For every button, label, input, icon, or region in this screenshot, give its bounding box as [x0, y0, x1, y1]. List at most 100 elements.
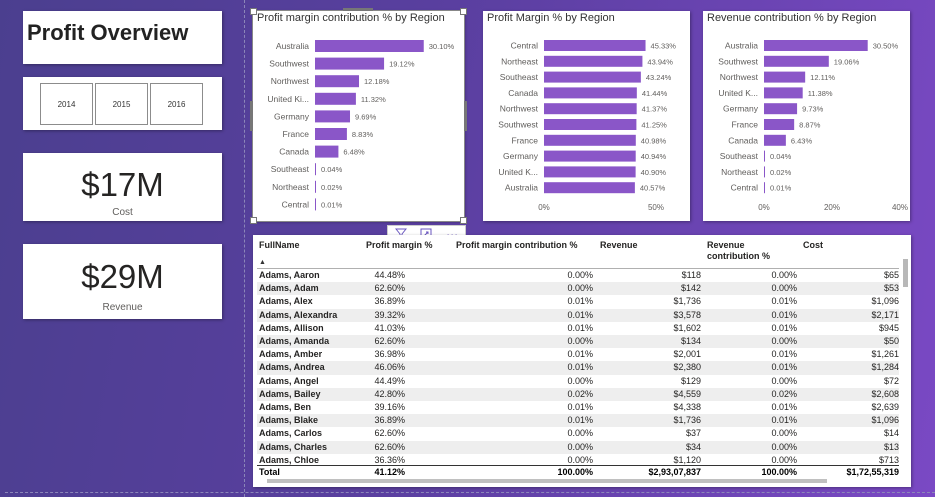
data-label: 30.50% [873, 42, 899, 51]
cell-revenue-contribution: 0.00% [771, 441, 797, 452]
table-row[interactable]: Adams, Alexandra 39.32% 0.01% $3,578 0.01% $2… [257, 308, 899, 322]
bar[interactable] [764, 71, 806, 83]
bar[interactable] [544, 134, 636, 146]
table-row[interactable]: Adams, Angel 44.49% 0.00% $129 0.00% $72 [257, 375, 899, 388]
profit-margin-by-region-chart[interactable]: Profit Margin % by Region Central 45.33% N… [483, 11, 690, 221]
bar[interactable] [315, 180, 316, 193]
bar[interactable] [764, 166, 765, 178]
scroll-thumb[interactable] [903, 259, 908, 287]
cell-fullname: Adams, Blake [259, 415, 319, 426]
bar[interactable] [764, 55, 829, 67]
column-header-fullname[interactable]: FullName [259, 240, 300, 251]
cell-profit-contribution: 0.00% [567, 336, 593, 346]
table-row[interactable]: Adams, Charles 62.60% 0.00% $34 0.00% $13 [257, 440, 899, 454]
cell-fullname: Adams, Angel [259, 375, 319, 386]
bar[interactable] [315, 92, 356, 105]
column-header-revenue[interactable]: Revenue [600, 240, 638, 251]
bar[interactable] [544, 40, 646, 51]
cell-revenue: $34 [685, 441, 701, 452]
sort-ascending-icon[interactable]: ▲ [259, 259, 266, 266]
bar[interactable] [315, 57, 385, 70]
bar[interactable] [544, 55, 643, 67]
table-row[interactable]: Adams, Allison 41.03% 0.01% $1,602 0.01% $945 [257, 322, 899, 335]
bar[interactable] [315, 128, 347, 140]
data-label: 9.69% [355, 112, 377, 121]
bar[interactable] [544, 119, 637, 130]
data-label: 6.43% [791, 136, 813, 145]
table-row[interactable]: Adams, Adam 62.60% 0.00% $142 0.00% $53 [257, 282, 899, 296]
resize-handle[interactable] [464, 101, 467, 131]
category-label: Canada [508, 88, 538, 98]
bar[interactable] [544, 103, 637, 115]
year-button-2016[interactable]: 2016 [150, 83, 203, 125]
bar[interactable] [764, 40, 868, 51]
table-row[interactable]: Adams, Carlos 62.60% 0.00% $37 0.00% $14 [257, 427, 899, 440]
table-row[interactable]: Adams, Amber 36.98% 0.01% $2,001 0.01% $1,261 [257, 348, 899, 361]
bar[interactable] [544, 150, 636, 162]
tick-label: 20% [824, 203, 840, 212]
table-row[interactable]: Adams, Amanda 62.60% 0.00% $134 0.00% $50 [257, 335, 899, 349]
column-header-profit-margin[interactable]: Profit margin % [366, 240, 433, 251]
data-label: 9.73% [802, 105, 824, 114]
cell-fullname: Adams, Amber [259, 349, 323, 360]
cell-profit-margin: 62.60% [374, 283, 405, 294]
table-row[interactable]: Adams, Ben 39.16% 0.01% $4,338 0.01% $2,639 [257, 401, 899, 414]
vertical-scrollbar[interactable] [902, 255, 909, 477]
bar[interactable] [544, 166, 636, 178]
data-label: 41.37% [642, 105, 668, 114]
table-row[interactable]: Adams, Alex 36.89% 0.01% $1,736 0.01% $1,096 [257, 295, 899, 308]
bar[interactable] [764, 150, 765, 162]
table-row[interactable]: Adams, Andrea 46.06% 0.01% $2,380 0.01% $1,28… [257, 361, 899, 375]
resize-handle[interactable] [343, 8, 373, 11]
customer-table[interactable]: FullName Profit margin % Profit margin c… [253, 235, 911, 487]
table-row[interactable]: Adams, Blake 36.89% 0.01% $1,736 0.01% $1,096 [257, 414, 899, 428]
cell-revenue: $1,736 [673, 296, 701, 307]
table-row[interactable]: Adams, Bailey 42.80% 0.02% $4,559 0.02% $2,60… [257, 387, 899, 401]
category-label: Northeast [721, 167, 758, 177]
bar[interactable] [764, 182, 765, 194]
cell-fullname: Adams, Chloe [259, 454, 320, 465]
resize-handle[interactable] [460, 217, 467, 224]
cost-kpi-card: $17M Cost [23, 153, 222, 221]
year-button-2015[interactable]: 2015 [95, 83, 148, 125]
resize-handle[interactable] [250, 8, 257, 15]
bar[interactable] [764, 134, 786, 146]
cell-revenue-contribution: 0.01% [771, 415, 797, 426]
bar[interactable] [315, 198, 316, 211]
resize-handle[interactable] [250, 217, 257, 224]
category-label: Southeast [720, 151, 759, 161]
bar[interactable] [764, 119, 795, 130]
cell-profit-margin: 36.89% [374, 296, 405, 307]
table-row[interactable]: Adams, Aaron 44.48% 0.00% $118 0.00% $65 [257, 269, 899, 282]
cell-fullname: Adams, Ben [259, 402, 312, 412]
cell-fullname: Adams, Allison [259, 322, 324, 333]
revenue-contribution-chart[interactable]: Revenue contribution % by Region Austral… [703, 11, 910, 221]
resize-handle[interactable] [250, 101, 253, 131]
profit-margin-contribution-chart[interactable]: Profit margin contribution % by Region A… [250, 8, 467, 224]
bar[interactable] [544, 182, 635, 194]
year-button-2014[interactable]: 2014 [40, 83, 93, 125]
data-label: 8.83% [352, 130, 374, 139]
horizontal-scrollbar[interactable] [257, 478, 899, 484]
bar-chart-svg: Australia 30.50% Southwest 19.06% Northwest 1… [718, 40, 908, 212]
cell-revenue-contribution: 0.01% [771, 349, 797, 360]
bar[interactable] [315, 40, 424, 52]
bar[interactable] [764, 103, 798, 115]
bar[interactable] [315, 75, 360, 88]
cell-cost: $2,608 [871, 388, 899, 399]
bar[interactable] [544, 87, 637, 99]
bar[interactable] [315, 163, 316, 176]
bar[interactable] [544, 71, 641, 83]
revenue-value: $29M [81, 258, 164, 295]
column-header-profit-contribution[interactable]: Profit margin contribution % [456, 240, 578, 251]
data-label: 0.01% [770, 184, 792, 193]
bar[interactable] [764, 87, 803, 99]
cell-profit-margin: 36.89% [374, 415, 405, 426]
column-header-cost[interactable]: Cost [803, 240, 823, 251]
scroll-thumb[interactable] [267, 479, 827, 483]
bar[interactable] [315, 145, 339, 158]
resize-handle[interactable] [460, 8, 467, 15]
column-header-revenue-contribution[interactable]: Revenue contribution % [707, 240, 787, 262]
data-label: 0.02% [770, 168, 792, 177]
bar[interactable] [315, 110, 351, 123]
